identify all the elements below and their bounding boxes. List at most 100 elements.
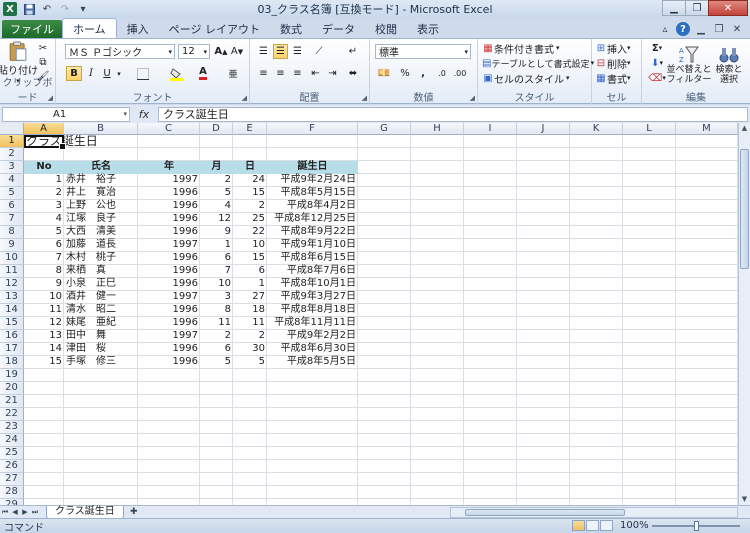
table-cell[interactable]: 1 — [233, 278, 267, 291]
table-header-cell[interactable]: 氏名 — [64, 161, 138, 174]
table-cell[interactable]: 13 — [24, 330, 64, 343]
column-header[interactable]: I — [464, 123, 517, 135]
first-sheet-icon[interactable]: ⏮ — [0, 507, 10, 518]
decrease-indent-icon[interactable]: ⇤ — [308, 66, 323, 81]
table-header-cell[interactable]: No — [24, 161, 64, 174]
number-launcher-icon[interactable]: ◢ — [470, 94, 475, 102]
row-header[interactable]: 1 — [0, 135, 24, 148]
row-header[interactable]: 11 — [0, 265, 24, 278]
table-cell[interactable]: 津田 桜 — [64, 343, 138, 356]
table-cell[interactable]: 1996 — [138, 200, 200, 213]
table-cell[interactable]: 1996 — [138, 317, 200, 330]
name-box[interactable]: A1 ▾ — [2, 106, 130, 122]
clear-icon[interactable]: ⌫ ▾ — [646, 71, 668, 85]
conditional-formatting-button[interactable]: ▦ 条件付き書式 ▾ — [482, 41, 588, 56]
row-header[interactable]: 14 — [0, 304, 24, 317]
table-cell[interactable]: 1996 — [138, 356, 200, 369]
table-cell[interactable]: 江塚 良子 — [64, 213, 138, 226]
underline-button[interactable]: U — [100, 66, 114, 81]
table-cell[interactable]: 10 — [200, 278, 233, 291]
table-cell[interactable]: 25 — [233, 213, 267, 226]
italic-button[interactable]: I — [84, 66, 98, 81]
copy-icon[interactable]: ⧉ — [36, 56, 50, 68]
zoom-level[interactable]: 100% — [620, 520, 649, 531]
scroll-down-icon[interactable]: ▼ — [739, 494, 750, 505]
table-cell[interactable]: 1 — [24, 174, 64, 187]
tab-review[interactable]: 校閲 — [365, 20, 407, 38]
table-cell[interactable]: 2 — [24, 187, 64, 200]
autosum-button[interactable]: Σ ▾ — [646, 41, 668, 55]
column-header[interactable]: C — [138, 123, 200, 135]
table-cell[interactable]: 24 — [233, 174, 267, 187]
table-cell[interactable]: 3 — [24, 200, 64, 213]
table-cell[interactable]: 小泉 正巳 — [64, 278, 138, 291]
table-cell[interactable]: 10 — [24, 291, 64, 304]
row-header[interactable]: 2 — [0, 148, 24, 161]
table-cell[interactable]: 30 — [233, 343, 267, 356]
table-cell[interactable]: 6 — [200, 343, 233, 356]
table-cell[interactable]: 平成8年8月18日 — [267, 304, 358, 317]
table-cell[interactable]: 平成8年5月15日 — [267, 187, 358, 200]
phonetic-icon[interactable]: 亜 — [224, 66, 242, 81]
row-header[interactable]: 15 — [0, 317, 24, 330]
table-cell[interactable]: 2 — [200, 330, 233, 343]
scroll-up-icon[interactable]: ▲ — [739, 123, 750, 134]
table-cell[interactable]: 4 — [200, 200, 233, 213]
row-header[interactable]: 6 — [0, 200, 24, 213]
sheet-tab[interactable]: クラス誕生日 — [46, 505, 124, 519]
table-header-cell[interactable]: 日 — [233, 161, 267, 174]
font-size-select[interactable]: 12 ▾ — [178, 44, 210, 59]
sort-filter-button[interactable]: AZ 並べ替えと フィルター — [667, 40, 712, 90]
vertical-scroll-thumb[interactable] — [740, 149, 749, 269]
column-header[interactable]: D — [200, 123, 233, 135]
table-cell[interactable]: 1996 — [138, 278, 200, 291]
column-header[interactable]: B — [64, 123, 138, 135]
row-header[interactable]: 27 — [0, 473, 24, 486]
column-header[interactable]: E — [233, 123, 267, 135]
prev-sheet-icon[interactable]: ◀ — [10, 507, 20, 518]
table-header-cell[interactable]: 年 — [138, 161, 200, 174]
table-cell[interactable]: 6 — [24, 239, 64, 252]
currency-icon[interactable]: 💴 — [375, 66, 393, 81]
row-header[interactable]: 22 — [0, 408, 24, 421]
close-button[interactable]: ✕ — [708, 0, 748, 16]
column-header[interactable]: G — [358, 123, 411, 135]
table-cell[interactable]: 木村 桃子 — [64, 252, 138, 265]
table-cell[interactable]: 井上 寛治 — [64, 187, 138, 200]
table-cell[interactable]: 1996 — [138, 187, 200, 200]
table-cell[interactable]: 加藤 道長 — [64, 239, 138, 252]
table-cell[interactable]: 14 — [24, 343, 64, 356]
align-right-icon[interactable]: ≡ — [290, 66, 305, 81]
table-cell[interactable]: 6 — [200, 252, 233, 265]
workbook-minimize-icon[interactable]: ▁ — [694, 22, 708, 36]
row-header[interactable]: 19 — [0, 369, 24, 382]
normal-view-button[interactable] — [572, 520, 585, 531]
zoom-slider[interactable] — [652, 521, 740, 531]
row-header[interactable]: 8 — [0, 226, 24, 239]
table-cell[interactable]: 11 — [233, 317, 267, 330]
table-cell[interactable]: 2 — [233, 200, 267, 213]
decrease-font-icon[interactable]: A ▼ — [230, 44, 244, 59]
row-header[interactable]: 17 — [0, 343, 24, 356]
insert-sheet-icon[interactable]: ✚ — [126, 507, 142, 518]
customize-qat-icon[interactable]: ▾ — [75, 2, 91, 16]
table-cell[interactable]: 1996 — [138, 226, 200, 239]
minimize-button[interactable]: ▁ — [662, 0, 686, 16]
table-cell[interactable]: 酒井 健一 — [64, 291, 138, 304]
table-cell[interactable]: 平成8年12月25日 — [267, 213, 358, 226]
table-cell[interactable]: 1996 — [138, 343, 200, 356]
table-cell[interactable]: 5 — [200, 187, 233, 200]
font-color-icon[interactable]: A — [192, 66, 214, 81]
align-top-icon[interactable]: ☰ — [256, 44, 271, 59]
table-cell[interactable]: 7 — [24, 252, 64, 265]
tab-page-layout[interactable]: ページ レイアウト — [159, 20, 270, 38]
table-cell[interactable]: 平成9年2月24日 — [267, 174, 358, 187]
table-cell[interactable]: 平成9年2月2日 — [267, 330, 358, 343]
table-cell[interactable]: 4 — [24, 213, 64, 226]
table-cell[interactable]: 2 — [200, 174, 233, 187]
table-cell[interactable]: 6 — [233, 265, 267, 278]
table-cell[interactable]: 1996 — [138, 304, 200, 317]
number-format-select[interactable]: 標準 ▾ — [375, 44, 471, 59]
row-header[interactable]: 10 — [0, 252, 24, 265]
alignment-launcher-icon[interactable]: ◢ — [362, 94, 367, 102]
